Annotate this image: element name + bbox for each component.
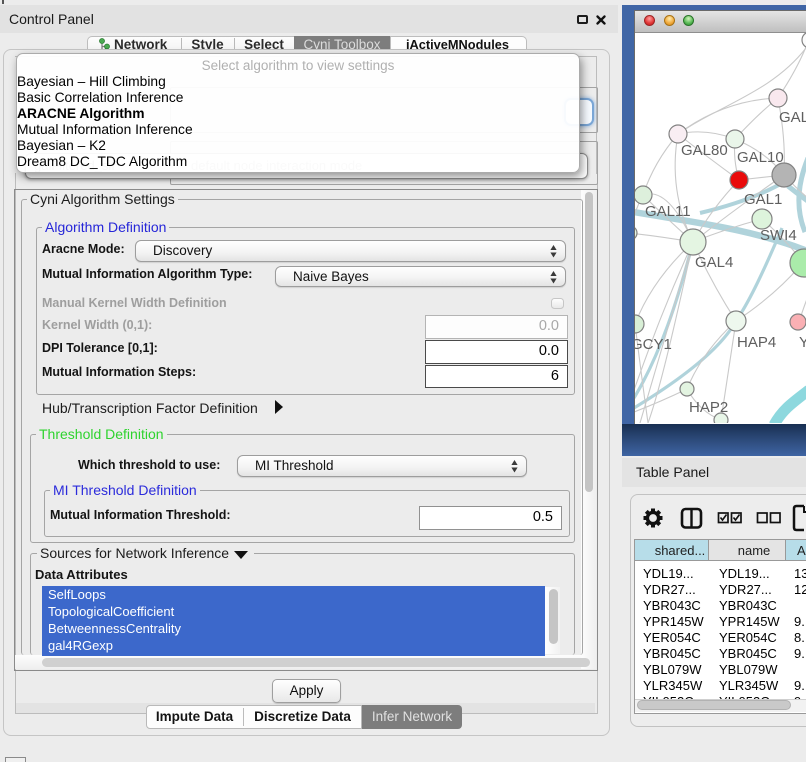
svg-text:GAL11: GAL11: [645, 203, 691, 220]
svg-text:SWI4: SWI4: [760, 227, 797, 244]
svg-text:HAP2: HAP2: [689, 399, 728, 416]
svg-text:GAL1: GAL1: [744, 191, 782, 208]
svg-text:GCY1: GCY1: [635, 336, 672, 353]
svg-text:HAP4: HAP4: [737, 334, 776, 351]
svg-text:GAL7: GAL7: [779, 109, 806, 126]
svg-text:Y: Y: [799, 334, 806, 351]
svg-text:GAL80: GAL80: [681, 142, 728, 159]
svg-text:GAL4: GAL4: [695, 254, 733, 271]
svg-text:GAL10: GAL10: [737, 149, 784, 166]
